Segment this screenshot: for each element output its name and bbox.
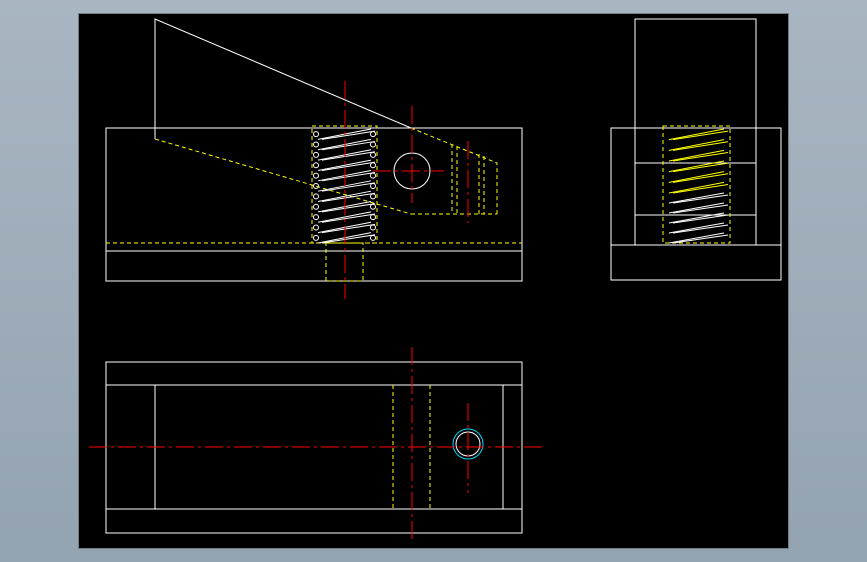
spring-coil-end-circle xyxy=(370,141,376,148)
spring-coil-back-stroke xyxy=(321,223,376,234)
spring-coil-back-stroke xyxy=(672,162,729,173)
spring-coil-back-stroke xyxy=(672,183,729,194)
front-lever-hidden-lower-edge xyxy=(154,138,412,215)
spring-coil-back-stroke xyxy=(321,161,376,171)
spring-coil-end-circle xyxy=(370,214,376,221)
spring-coil-end-circle xyxy=(370,131,376,138)
spring-coil-end-circle xyxy=(370,224,376,231)
spring-coil-end-circle xyxy=(313,151,319,158)
spring-coil-back-stroke xyxy=(672,224,729,234)
spring-coil-back-stroke xyxy=(321,182,376,192)
spring-coil-end-circle xyxy=(313,214,319,221)
spring-coil-front-stroke xyxy=(668,128,725,141)
spring-coil-back-stroke xyxy=(321,234,376,244)
spring-coil-end-circle xyxy=(313,203,319,210)
side-view xyxy=(610,18,782,281)
spring-coil-back-stroke xyxy=(672,234,729,244)
front-view xyxy=(105,18,523,299)
spring-coil-end-circle xyxy=(313,141,319,148)
spring-coil-back-stroke xyxy=(321,151,376,161)
spring-coil-back-stroke xyxy=(321,192,376,203)
spring-coil-end-circle xyxy=(370,203,376,210)
spring-coil-back-stroke xyxy=(672,204,729,214)
spring-coil-end-circle xyxy=(370,162,376,169)
spring-coil-back-stroke xyxy=(321,172,376,182)
spring-coil-end-circle xyxy=(313,224,319,231)
spring-coil-end-circle xyxy=(370,151,376,158)
spring-coil-end-circle xyxy=(370,183,376,189)
spring-coil-back-stroke xyxy=(672,194,729,204)
spring-coil-back-stroke xyxy=(672,130,729,141)
spring-coil-back-stroke xyxy=(321,130,376,140)
spring-coil-back-stroke xyxy=(321,213,376,223)
spring-coil-front-stroke xyxy=(668,202,725,214)
spring-coil-back-stroke xyxy=(672,173,729,183)
side-spring-coils xyxy=(668,128,729,244)
spring-coil-front-stroke xyxy=(668,171,725,183)
spring-coil-back-stroke xyxy=(672,141,729,151)
spring-coil-back-stroke xyxy=(321,140,376,151)
spring-coil-end-circle xyxy=(370,234,376,241)
spring-coil-front-stroke xyxy=(668,149,725,162)
spring-coil-end-circle xyxy=(370,172,376,179)
top-view xyxy=(89,347,544,541)
spring-coil-front-stroke xyxy=(668,232,725,244)
spring-coil-back-stroke xyxy=(672,214,729,224)
side-lever-outline xyxy=(634,18,757,246)
spring-coil-end-circle xyxy=(313,172,319,179)
spring-coil-front-stroke xyxy=(668,222,725,234)
spring-coil-end-circle xyxy=(313,234,319,241)
spring-coil-end-circle xyxy=(313,193,319,200)
spring-coil-back-stroke xyxy=(672,151,729,162)
spring-coil-front-stroke xyxy=(668,139,725,151)
spring-coil-end-circle xyxy=(313,162,319,169)
spring-coil-end-circle xyxy=(370,193,376,200)
front-lever-outline xyxy=(154,18,412,139)
spring-coil-end-circle xyxy=(313,183,319,189)
spring-coil-end-circle xyxy=(313,131,319,138)
cad-drawing-viewport[interactable] xyxy=(78,13,789,549)
cad-drawing-canvas xyxy=(89,18,782,541)
spring-coil-front-stroke xyxy=(668,181,725,194)
spring-coil-front-stroke xyxy=(668,192,725,204)
spring-coil-back-stroke xyxy=(321,203,376,213)
